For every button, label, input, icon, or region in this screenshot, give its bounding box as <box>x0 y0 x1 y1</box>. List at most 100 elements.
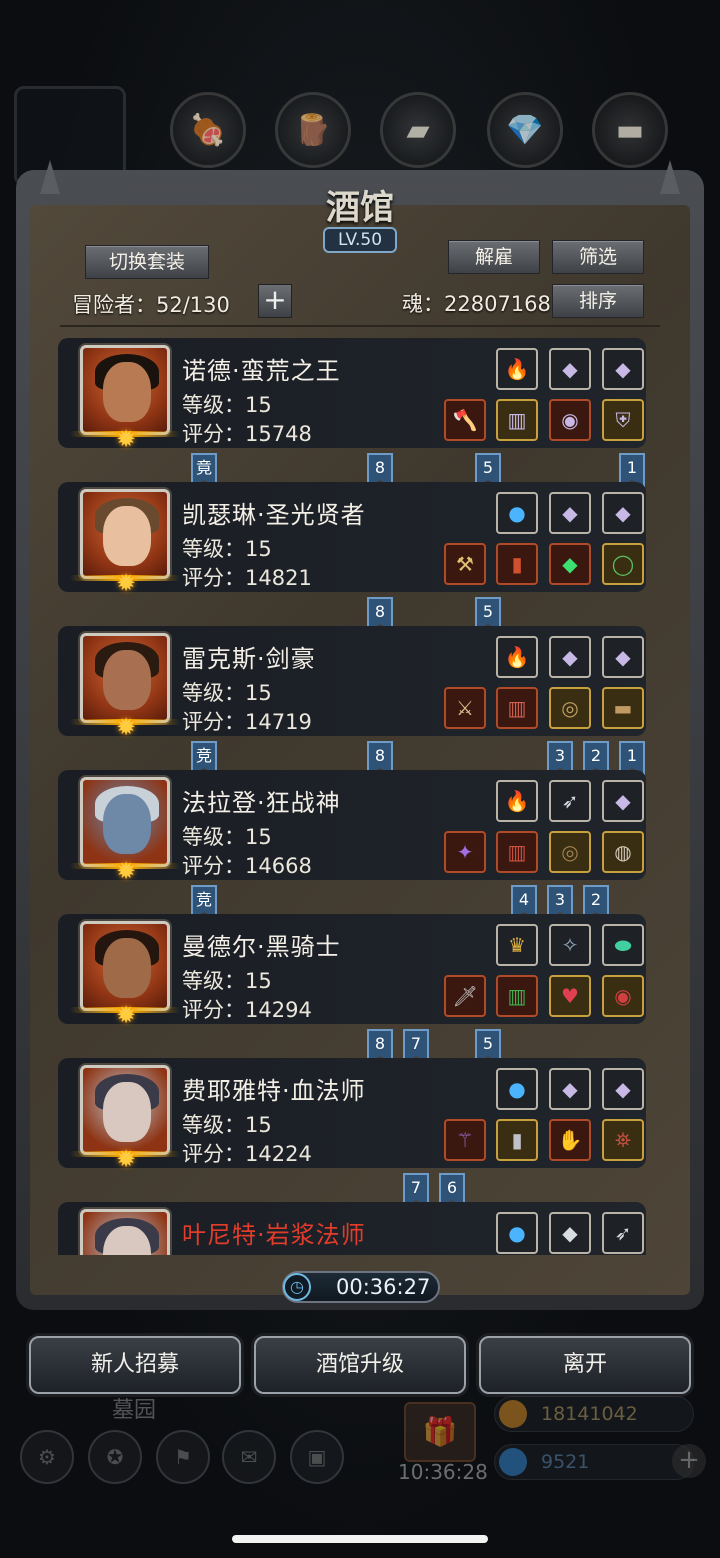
clock-icon: ◷ <box>283 1273 311 1301</box>
upgrade-tavern-button[interactable]: 酒馆升级 <box>254 1336 466 1394</box>
gold-value: 18141042 <box>541 1403 638 1425</box>
gold-icon <box>499 1400 527 1428</box>
dagger-icon[interactable]: 🗡 <box>444 975 486 1017</box>
crystal-shard-icon[interactable]: ◆ <box>549 636 591 678</box>
fire-rune-icon[interactable]: 🔥 <box>496 348 538 390</box>
robe-icon[interactable]: ▮ <box>496 543 538 585</box>
hammer-icon[interactable]: ⚒ <box>444 543 486 585</box>
crystal-shard-icon[interactable]: ◆ <box>602 492 644 534</box>
leave-button[interactable]: 离开 <box>479 1336 691 1394</box>
hero-name: 诺德·蛮荒之王 <box>182 357 341 385</box>
meat-icon: 🍖 <box>170 92 246 168</box>
sun-emblem-icon: ✹ <box>115 857 137 885</box>
page-title: 酒馆 <box>326 188 394 228</box>
stone-icon: ▰ <box>380 92 456 168</box>
hero-name: 法拉登·狂战神 <box>182 789 341 817</box>
crystal-shard-icon[interactable]: ◆ <box>549 1068 591 1110</box>
fire-rune-icon[interactable]: 🔥 <box>496 636 538 678</box>
golden-mask-icon[interactable]: ♛ <box>496 924 538 966</box>
banner-icon: ⚑ <box>156 1430 210 1484</box>
axe-icon[interactable]: 🪓 <box>444 399 486 441</box>
hero-portrait[interactable] <box>80 921 170 1011</box>
crystal-shard-icon[interactable]: ◆ <box>602 348 644 390</box>
crystal-shard-icon[interactable]: ◆ <box>602 780 644 822</box>
armor-icon[interactable]: ▥ <box>496 399 538 441</box>
badge-icon: ✪ <box>88 1430 142 1484</box>
sort-button[interactable]: 排序 <box>552 284 644 318</box>
water-orb-icon[interactable]: ● <box>496 1212 538 1254</box>
hero-list[interactable]: ✹ 诺德·蛮荒之王 等级：15 评分：15748 🔥 ◆ ◆ 🪓 ▥ ◉ ⛨ 竟… <box>58 335 658 1255</box>
water-orb-icon[interactable]: ● <box>496 1068 538 1110</box>
hero-portrait[interactable] <box>80 345 170 435</box>
crystal-shard-icon[interactable]: ◆ <box>549 492 591 534</box>
hero-row[interactable]: 叶尼特·岩浆法师 ● ◆ ➶ <box>58 1199 648 1255</box>
bracelet-icon[interactable]: ◍ <box>602 831 644 873</box>
ring-icon[interactable]: ◎ <box>549 687 591 729</box>
jade-stone-icon[interactable]: ⬬ <box>602 924 644 966</box>
staff-icon[interactable]: ⚚ <box>444 1119 486 1161</box>
ring-icon[interactable]: ◎ <box>549 831 591 873</box>
crystal-shard-icon[interactable]: ◆ <box>549 348 591 390</box>
red-ring-icon[interactable]: ◉ <box>602 975 644 1017</box>
robe-icon[interactable]: ▮ <box>496 1119 538 1161</box>
blue-gauntlet-icon[interactable]: ✋ <box>549 1119 591 1161</box>
hero-row[interactable]: ✹ 费耶雅特·血法师 等级：15 评分：14224 ● ◆ ◆ ⚚ ▮ ✋ ⛯ … <box>58 1055 648 1207</box>
green-armor-icon[interactable]: ▥ <box>496 975 538 1017</box>
hero-name: 费耶雅特·血法师 <box>182 1077 366 1105</box>
armor-icon[interactable]: ▥ <box>496 831 538 873</box>
hero-level: 等级：15 <box>182 1113 272 1137</box>
hero-row[interactable]: ✹ 法拉登·狂战神 等级：15 评分：14668 🔥 ➶ ◆ ✦ ▥ ◎ ◍ 竞… <box>58 767 648 919</box>
dismiss-button[interactable]: 解雇 <box>448 240 540 274</box>
water-orb-icon[interactable]: ● <box>496 492 538 534</box>
crystal-shard-icon[interactable]: ◆ <box>602 1068 644 1110</box>
hero-portrait[interactable] <box>80 633 170 723</box>
armor-icon[interactable]: ▥ <box>496 687 538 729</box>
add-slot-button[interactable]: + <box>258 284 292 318</box>
hero-portrait[interactable] <box>80 1065 170 1155</box>
switch-outfit-button[interactable]: 切换套装 <box>85 245 209 279</box>
hero-portrait[interactable] <box>80 1209 170 1255</box>
hero-level: 等级：15 <box>182 681 272 705</box>
gift-icon: 🎁 <box>404 1402 476 1462</box>
soul-count: 魂：22807168 <box>402 292 551 316</box>
hero-score: 评分：14294 <box>182 998 312 1022</box>
hero-score: 评分：15748 <box>182 422 312 446</box>
heart-amulet-icon[interactable]: ♥ <box>549 975 591 1017</box>
mace-icon[interactable]: ✦ <box>444 831 486 873</box>
hero-portrait[interactable] <box>80 777 170 867</box>
gold-counter: 18141042 <box>494 1396 694 1432</box>
recruit-button[interactable]: 新人招募 <box>29 1336 241 1394</box>
fire-rune-icon[interactable]: 🔥 <box>496 780 538 822</box>
area-label: 墓园 <box>112 1398 157 1423</box>
gem-counter: 9521 <box>494 1444 694 1480</box>
hero-name: 曼德尔·黑骑士 <box>182 933 341 961</box>
sword-icon[interactable]: ⚔ <box>444 687 486 729</box>
shield-icon[interactable]: ⛨ <box>602 399 644 441</box>
shard-icon[interactable]: ◆ <box>549 1212 591 1254</box>
divider <box>60 325 660 327</box>
sun-emblem-icon: ✹ <box>115 1145 137 1173</box>
dark-sigil-icon[interactable]: ✧ <box>549 924 591 966</box>
crystal-icon: 💎 <box>487 92 563 168</box>
feather-icon[interactable]: ➶ <box>602 1212 644 1254</box>
filter-button[interactable]: 筛选 <box>552 240 644 274</box>
hero-row[interactable]: ✹ 雷克斯·剑豪 等级：15 评分：14719 🔥 ◆ ◆ ⚔ ▥ ◎ ▬ 竞 … <box>58 623 648 775</box>
hero-row[interactable]: ✹ 诺德·蛮荒之王 等级：15 评分：15748 🔥 ◆ ◆ 🪓 ▥ ◉ ⛨ 竟… <box>58 335 648 487</box>
home-indicator[interactable] <box>232 1535 488 1543</box>
lantern-icon[interactable]: ⛯ <box>602 1119 644 1161</box>
sun-emblem-icon: ✹ <box>115 1001 137 1029</box>
hero-row[interactable]: ✹ 曼德尔·黑骑士 等级：15 评分：14294 ♛ ✧ ⬬ 🗡 ▥ ♥ ◉ 8… <box>58 911 648 1063</box>
hero-row[interactable]: ✹ 凯瑟琳·圣光贤者 等级：15 评分：14821 ● ◆ ◆ ⚒ ▮ ◆ ◯ … <box>58 479 648 631</box>
sun-emblem-icon: ✹ <box>115 425 137 453</box>
emerald-icon[interactable]: ◆ <box>549 543 591 585</box>
bracer-icon[interactable]: ▬ <box>602 687 644 729</box>
necklace-icon[interactable]: ◯ <box>602 543 644 585</box>
hero-level: 等级：15 <box>182 825 272 849</box>
crystal-shard-icon[interactable]: ◆ <box>602 636 644 678</box>
wood-icon: 🪵 <box>275 92 351 168</box>
hero-level: 等级：15 <box>182 969 272 993</box>
hero-name: 叶尼特·岩浆法师 <box>182 1221 366 1249</box>
eye-amulet-icon[interactable]: ◉ <box>549 399 591 441</box>
hero-portrait[interactable] <box>80 489 170 579</box>
feather-icon[interactable]: ➶ <box>549 780 591 822</box>
